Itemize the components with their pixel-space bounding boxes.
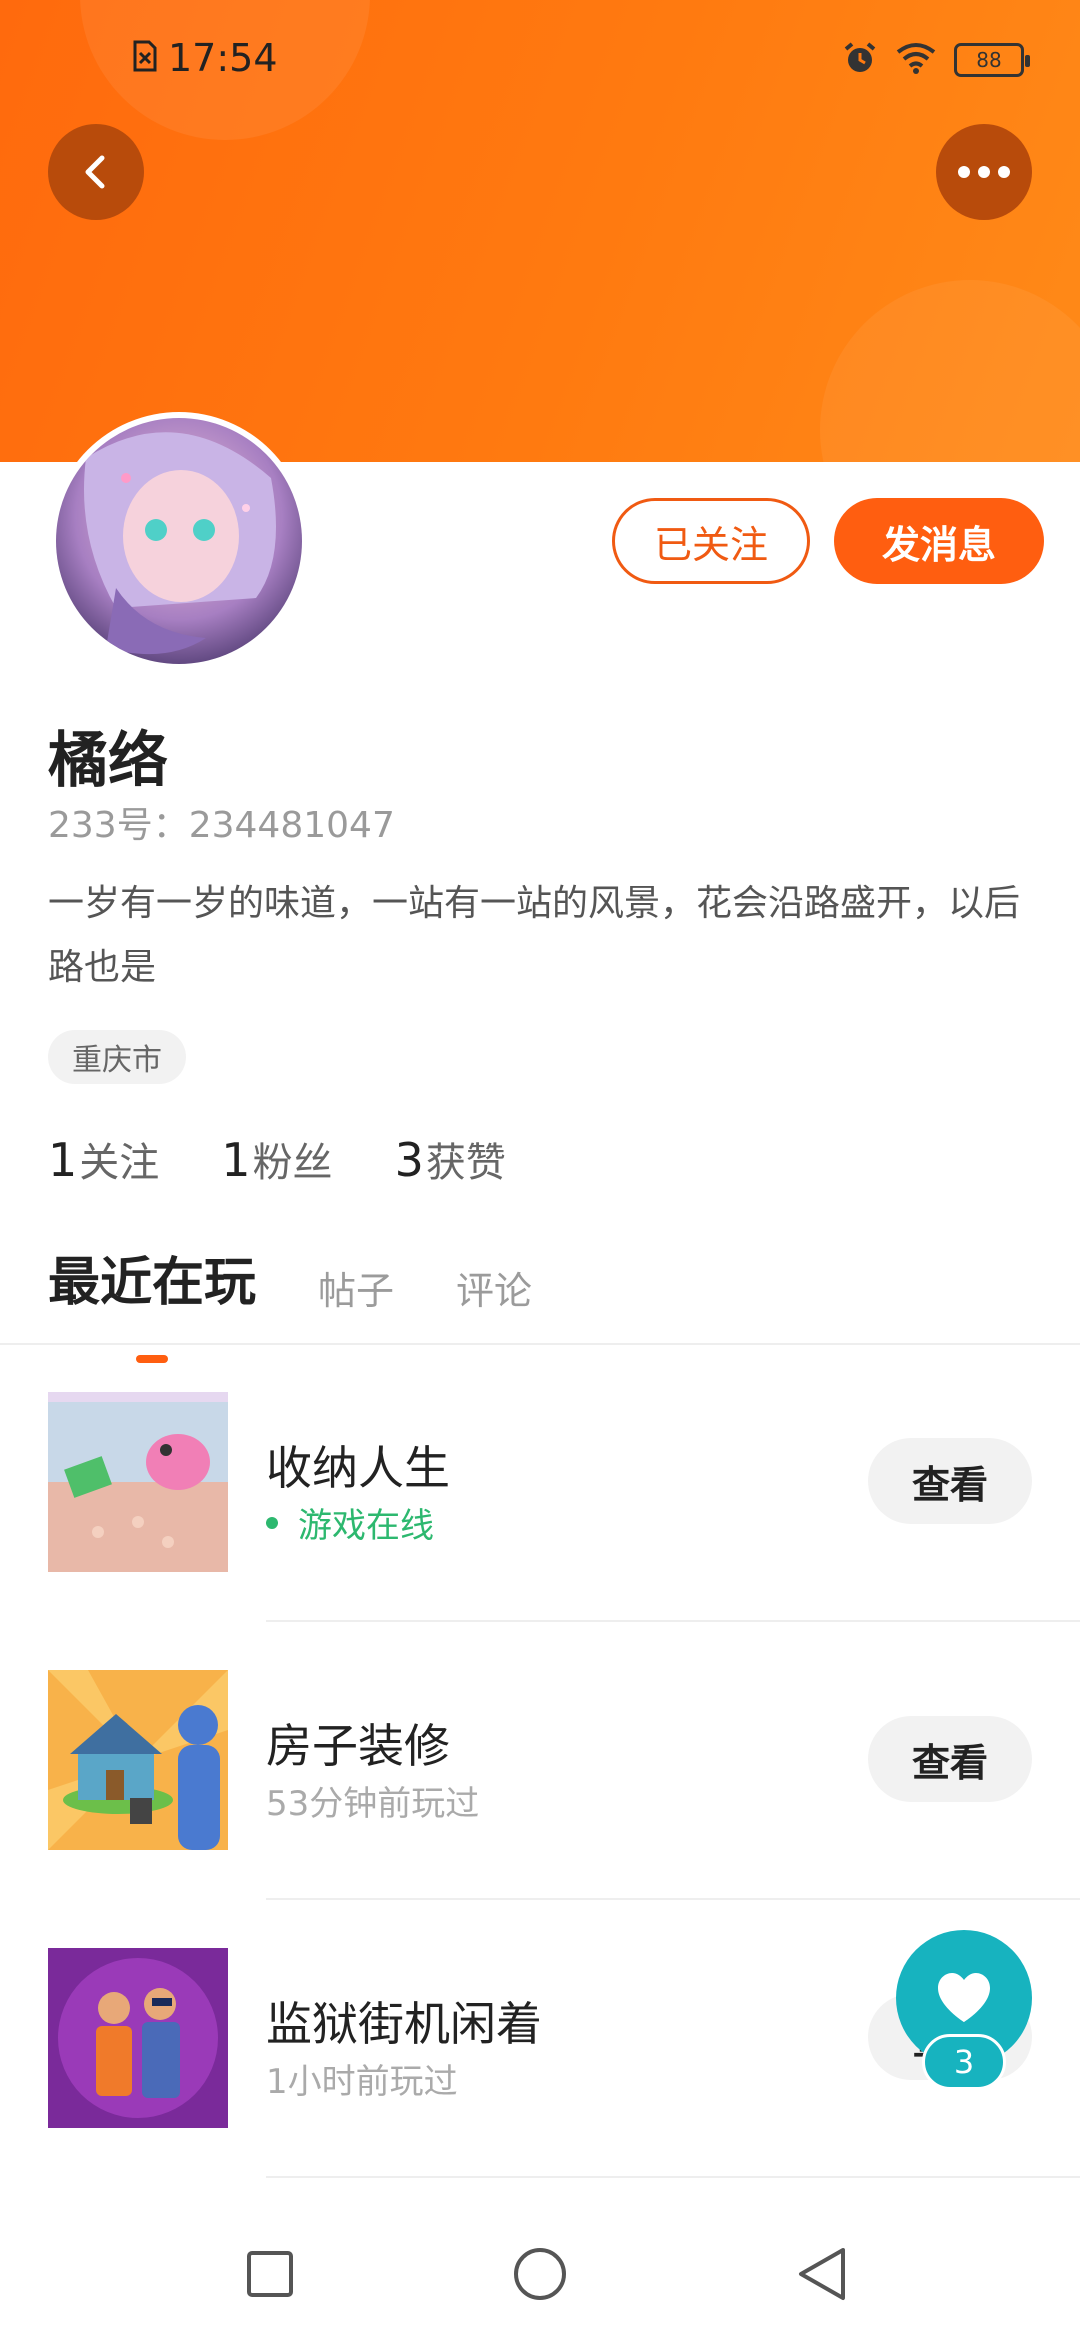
wifi-icon (896, 42, 936, 78)
tab-label: 最近在玩 (48, 1253, 257, 1313)
divider (266, 1620, 1080, 1622)
game-thumbnail (48, 1948, 228, 2128)
back-icon (799, 2248, 845, 2300)
status-time: 17:54 (168, 36, 278, 80)
header-decoration (820, 280, 1080, 462)
divider (266, 2176, 1080, 2178)
avatar[interactable] (50, 412, 308, 670)
divider (266, 1898, 1080, 1900)
game-status: 1小时前玩过 (266, 2062, 458, 2102)
location-tag: 重庆市 (48, 1030, 186, 1084)
battery-icon: 88 (954, 43, 1030, 77)
stat-number: 1 (221, 1133, 251, 1187)
game-thumbnail (48, 1670, 228, 1850)
status-bar: 17:54 88 (0, 0, 1080, 120)
game-name: 房子装修 (266, 1719, 450, 1773)
tab-posts[interactable]: 帖子 (318, 1260, 394, 1315)
back-nav-button[interactable] (792, 2244, 852, 2304)
stat-number: 3 (394, 1133, 424, 1187)
user-id: 233号：234481047 (48, 805, 395, 846)
game-thumbnail (48, 1392, 228, 1572)
online-indicator (266, 1516, 278, 1529)
home-button[interactable] (510, 2244, 570, 2304)
back-button[interactable] (48, 124, 144, 220)
more-options-button[interactable] (936, 124, 1032, 220)
profile-header-banner: 17:54 88 (0, 0, 1080, 462)
stat-following[interactable]: 1 关注 (48, 1130, 159, 1188)
tab-recently-played[interactable]: 最近在玩 (48, 1240, 257, 1363)
game-status: 游戏在线 (266, 1498, 434, 1547)
stat-label: 粉丝 (252, 1140, 333, 1186)
send-message-button[interactable]: 发消息 (834, 498, 1044, 584)
home-icon (514, 2248, 566, 2300)
game-name: 收纳人生 (266, 1441, 450, 1495)
game-status: 53分钟前玩过 (266, 1784, 480, 1824)
like-count-badge: 3 (922, 2034, 1006, 2090)
stat-followers[interactable]: 1 粉丝 (221, 1130, 332, 1188)
username: 橘络 (48, 726, 168, 796)
chevron-left-icon (85, 155, 105, 189)
divider (0, 1343, 1080, 1345)
game-name: 监狱街机闲着 (266, 1997, 542, 2051)
battery-level: 88 (976, 48, 1002, 72)
profile-tabs: 最近在玩 帖子 评论 (48, 1240, 532, 1363)
view-button[interactable]: 查看 (868, 1438, 1032, 1524)
list-item[interactable]: 房子装修 53分钟前玩过 查看 (0, 1670, 1080, 1948)
stat-likes[interactable]: 3 获赞 (395, 1130, 506, 1188)
tab-indicator (136, 1355, 168, 1363)
list-item[interactable]: 收纳人生 游戏在线 查看 (0, 1392, 1080, 1670)
more-dots-icon (958, 166, 1010, 178)
system-nav-bar (0, 2204, 1080, 2340)
sim-error-icon (132, 39, 158, 77)
stat-label: 获赞 (425, 1140, 506, 1186)
stat-label: 关注 (79, 1140, 160, 1186)
profile-stats: 1 关注 1 粉丝 3 获赞 (48, 1130, 506, 1188)
alarm-icon (842, 40, 878, 80)
user-bio: 一岁有一岁的味道，一站有一站的风景，花会沿路盛开，以后路也是 (48, 883, 1021, 988)
recent-apps-button[interactable] (240, 2244, 300, 2304)
stat-number: 1 (48, 1133, 78, 1187)
view-button[interactable]: 查看 (868, 1716, 1032, 1802)
recent-apps-icon (247, 2251, 293, 2297)
tab-comments[interactable]: 评论 (456, 1260, 532, 1315)
status-text: 游戏在线 (298, 1506, 434, 1546)
followed-button[interactable]: 已关注 (612, 498, 810, 584)
heart-icon (938, 1973, 990, 2022)
